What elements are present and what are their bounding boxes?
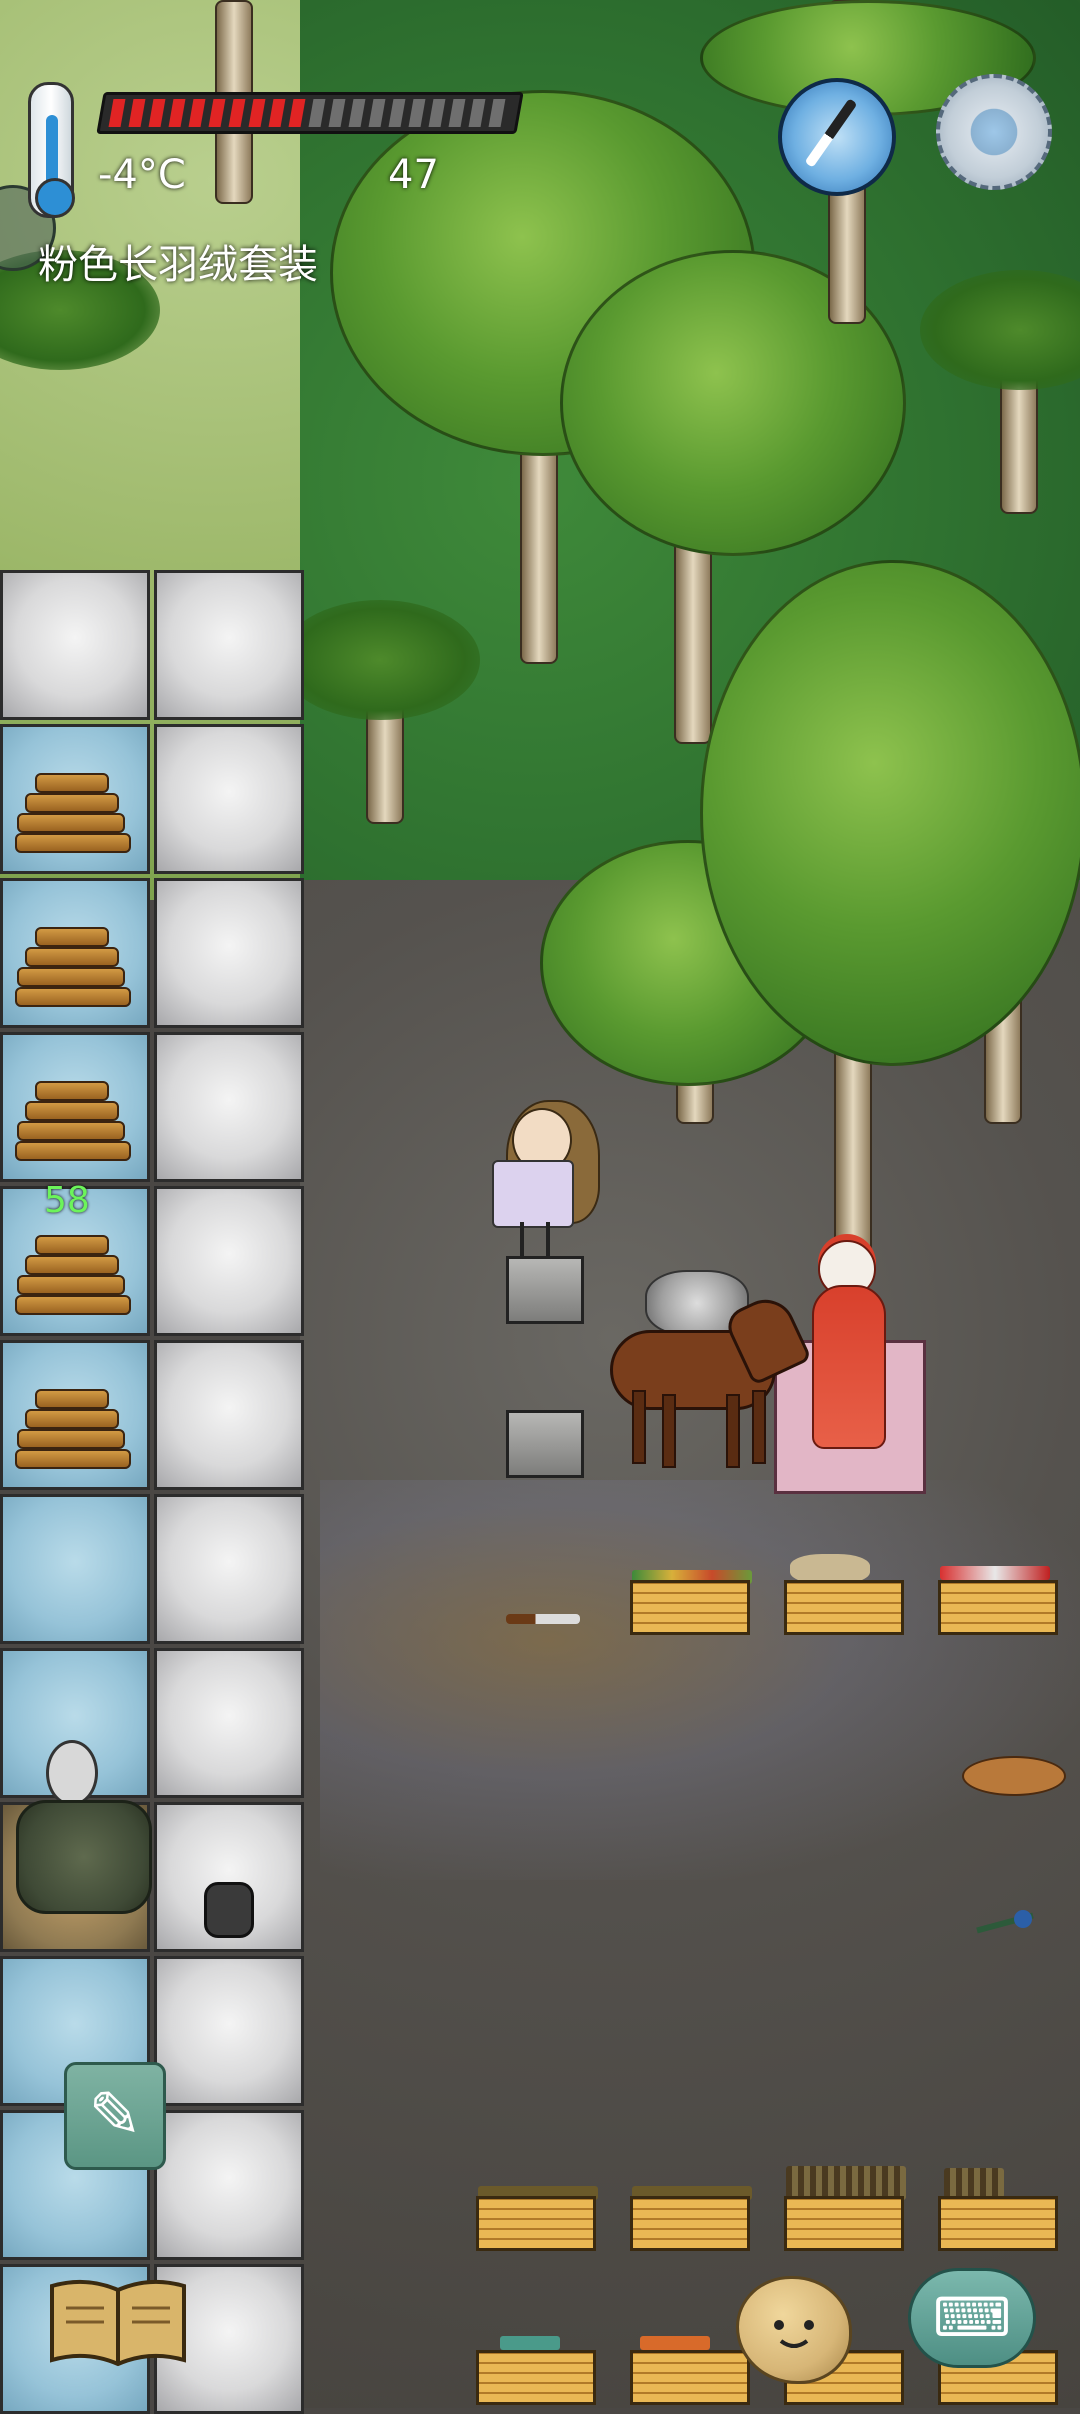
hunger-pip [368,99,386,127]
hunger-pip [268,99,286,127]
hunger-pip [328,99,346,127]
compass-icon[interactable] [778,78,896,196]
hunger-pip [468,99,486,127]
blue-flower-item[interactable] [1014,1910,1032,1928]
stone-floor-tile[interactable] [154,1956,304,2106]
stone-floor-tile[interactable] [154,1186,304,1336]
firewood-pile-icon[interactable] [15,1073,135,1173]
hunger-pip [308,99,326,127]
stone-well-icon[interactable] [16,1740,152,1914]
horse-leg [632,1390,646,1464]
stone-block[interactable] [506,1256,584,1324]
hunger-pip [288,99,306,127]
ice-floor-tile[interactable] [0,1032,150,1182]
potato-face-icon [774,2320,814,2348]
stone-floor-tile[interactable] [154,724,304,874]
hunger-pip [388,99,406,127]
recipe-book-button[interactable] [46,2272,190,2368]
stone-floor-tile[interactable] [0,570,150,720]
storage-crate[interactable] [784,2196,904,2251]
horse-leg [726,1394,740,1468]
hunger-pip [108,99,126,127]
horse-leg [662,1394,676,1468]
horse-leg [752,1390,766,1464]
hunger-pip [448,99,466,127]
ice-floor-tile[interactable] [0,878,150,1028]
root-vegetable-item[interactable] [962,1756,1066,1796]
stone-floor-tile[interactable] [154,570,304,720]
pencil-icon: ✎ [88,2079,142,2153]
ice-floor-tile[interactable] [0,724,150,874]
crate-contents [944,2168,1004,2198]
thermometer-bulb [35,178,75,218]
hunger-pip [248,99,266,127]
crate-contents [940,1566,1050,1580]
storage-crate[interactable] [938,1580,1058,1635]
hunger-pip [348,99,366,127]
player-legs [520,1222,550,1258]
player-backpack[interactable] [492,1160,574,1228]
hunger-pip [168,99,186,127]
clothing-label: 粉色长羽绒套装 [38,242,318,288]
storage-crate[interactable] [476,2196,596,2251]
hunger-pip [428,99,446,127]
storage-crate[interactable] [630,2196,750,2251]
stone-floor-tile[interactable] [154,1648,304,1798]
storage-crate[interactable] [630,2350,750,2405]
chat-keyboard-button[interactable]: ⌨ [908,2268,1036,2368]
clay-jug-icon[interactable] [204,1882,254,1938]
stone-floor-tile[interactable] [154,878,304,1028]
ice-floor-tile[interactable] [0,1494,150,1644]
wood-count: 58 [44,1180,90,1221]
hunger-bar [96,92,524,134]
mud-puddles [320,1480,1080,1880]
storage-crate[interactable] [630,1580,750,1635]
firewood-pile-icon[interactable] [15,919,135,1019]
crate-contents [786,2166,906,2200]
firewood-pile-icon[interactable] [15,1227,135,1327]
firewood-pile-icon[interactable] [15,1381,135,1481]
red-dress-mannequin[interactable] [812,1285,886,1449]
hunger-pip [228,99,246,127]
hunger-pip [208,99,226,127]
knife-item[interactable] [506,1614,580,1624]
crate-contents [640,2336,710,2350]
hunger-pip [188,99,206,127]
storage-crate[interactable] [476,2350,596,2405]
firewood-pile-icon[interactable] [15,765,135,865]
stone-floor-tile[interactable] [154,1340,304,1490]
storage-crate[interactable] [938,2196,1058,2251]
stone-block[interactable] [506,1410,584,1478]
stone-floor-tile[interactable] [154,1032,304,1182]
hunger-pip [148,99,166,127]
storage-crate[interactable] [784,1580,904,1635]
hunger-value: 47 [388,152,439,198]
tree-canopy[interactable] [700,560,1080,1066]
hunger-pip [488,99,506,127]
hunger-pip [128,99,146,127]
emote-button[interactable] [736,2276,852,2384]
keyboard-icon: ⌨ [933,2286,1011,2349]
book-icon [50,2279,186,2367]
palm-tree[interactable] [280,600,480,720]
write-note-button[interactable]: ✎ [64,2062,166,2170]
gear-icon[interactable] [936,74,1052,190]
crate-contents [500,2336,560,2350]
temperature-readout: -4°C [98,152,186,198]
stone-floor-tile[interactable] [154,1494,304,1644]
ice-floor-tile[interactable] [0,1340,150,1490]
hunger-pip [408,99,426,127]
stone-floor-tile[interactable] [154,2110,304,2260]
